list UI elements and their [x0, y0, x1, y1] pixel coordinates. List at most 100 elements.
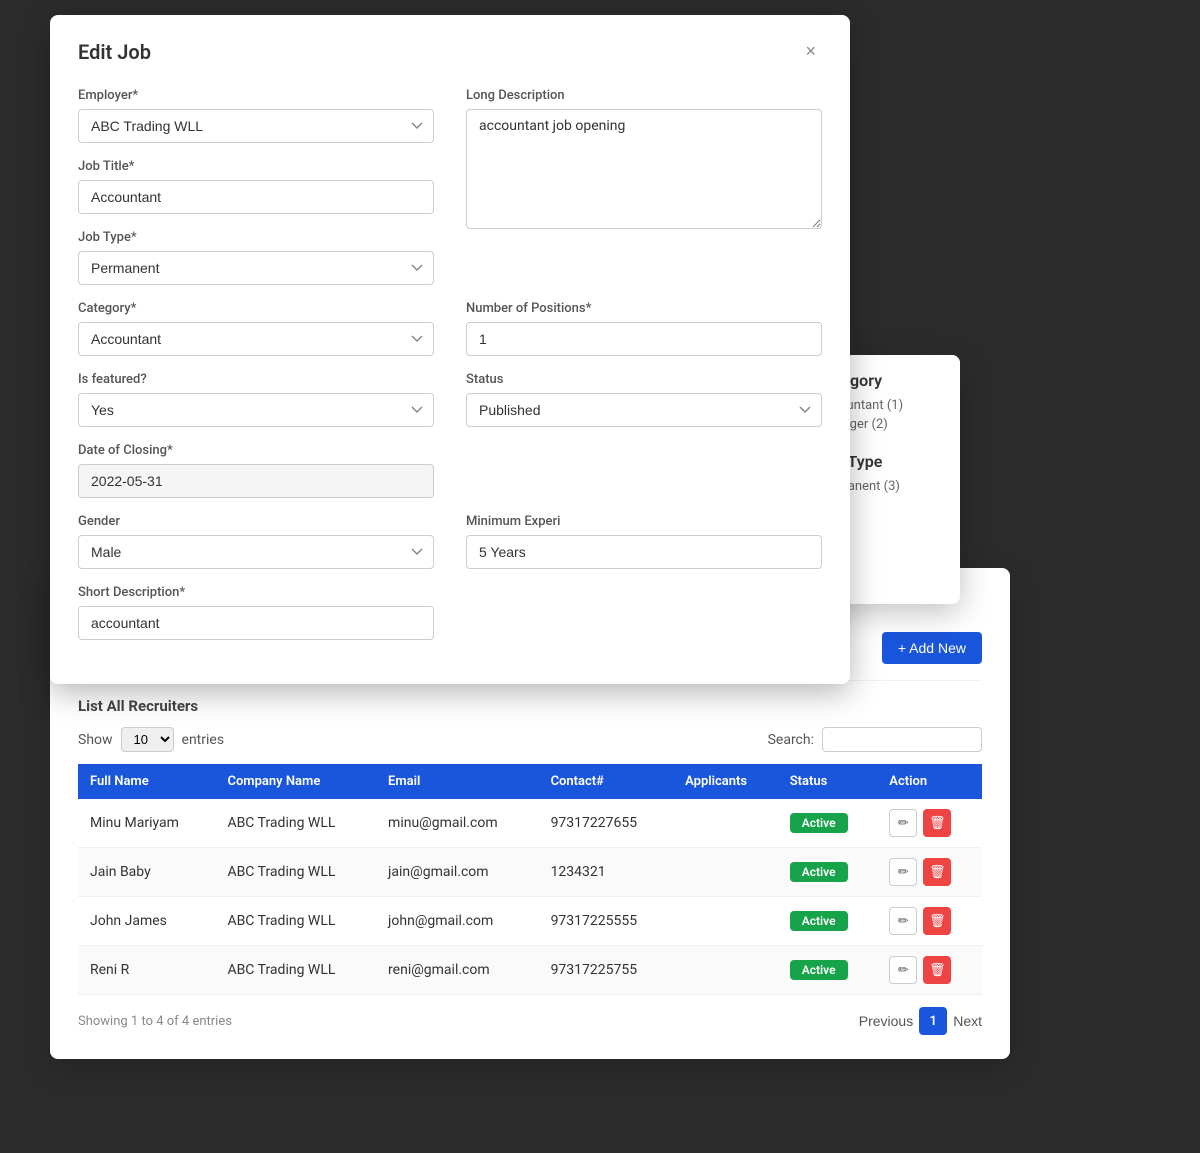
category-select[interactable]: Accountant	[78, 322, 434, 356]
delete-button[interactable]: 🗑	[923, 858, 951, 886]
table-cell: ABC Trading WLL	[215, 946, 376, 995]
show-entries: Show 10 entries	[78, 727, 224, 752]
modal-header: Edit Job ×	[78, 39, 822, 64]
delete-button[interactable]: 🗑	[923, 956, 951, 984]
status-badge: Active	[790, 862, 848, 882]
table-footer: Showing 1 to 4 of 4 entries Previous 1 N…	[78, 1007, 982, 1035]
gender-label: Gender	[78, 514, 434, 529]
job-type-label: Job Type*	[78, 230, 434, 245]
form-grid: Employer* ABC Trading WLL Long Descripti…	[78, 88, 822, 656]
is-featured-select[interactable]: Yes	[78, 393, 434, 427]
status-badge: Active	[790, 911, 848, 931]
is-featured-label: Is featured?	[78, 372, 434, 387]
category-group: Category* Accountant	[78, 301, 434, 356]
status-select[interactable]: Published	[466, 393, 822, 427]
search-label: Search:	[768, 732, 814, 748]
gender-group: Gender Male	[78, 514, 434, 569]
table-header-company-name: Company Name	[215, 764, 376, 799]
table-cell	[673, 946, 778, 995]
job-title-input[interactable]	[78, 180, 434, 214]
table-cell: john@gmail.com	[376, 897, 539, 946]
list-all-label: List All Recruiters	[78, 697, 982, 715]
short-desc-group: Short Description*	[78, 585, 434, 640]
edit-button[interactable]: ✏	[889, 809, 917, 837]
table-cell: ABC Trading WLL	[215, 848, 376, 897]
table-row: John JamesABC Trading WLLjohn@gmail.com9…	[78, 897, 982, 946]
pagination: Previous 1 Next	[859, 1007, 982, 1035]
table-cell: ABC Trading WLL	[215, 799, 376, 848]
gender-select[interactable]: Male	[78, 535, 434, 569]
table-cell: 1234321	[539, 848, 674, 897]
num-positions-group: Number of Positions*	[466, 301, 822, 356]
status-cell: Active	[778, 799, 878, 848]
table-cell	[673, 799, 778, 848]
table-header-action: Action	[877, 764, 982, 799]
date-closing-label: Date of Closing*	[78, 443, 434, 458]
action-buttons: ✏ 🗑	[889, 858, 970, 886]
employer-select[interactable]: ABC Trading WLL	[78, 109, 434, 143]
num-positions-label: Number of Positions*	[466, 301, 822, 316]
table-header-applicants: Applicants	[673, 764, 778, 799]
table-controls: Show 10 entries Search:	[78, 727, 982, 752]
is-featured-group: Is featured? Yes	[78, 372, 434, 427]
min-exp-label: Minimum Experi	[466, 514, 822, 529]
table-cell: 97317225555	[539, 897, 674, 946]
date-closing-group: Date of Closing*	[78, 443, 434, 498]
table-cell: ABC Trading WLL	[215, 897, 376, 946]
table-row: Reni RABC Trading WLLreni@gmail.com97317…	[78, 946, 982, 995]
search-box: Search:	[768, 727, 982, 752]
previous-button[interactable]: Previous	[859, 1013, 913, 1029]
page-number[interactable]: 1	[919, 1007, 947, 1035]
recruiters-table: Full NameCompany NameEmailContact#Applic…	[78, 764, 982, 995]
long-desc-group: Long Description accountant job opening	[466, 88, 822, 285]
status-label: Status	[466, 372, 822, 387]
table-header-full-name: Full Name	[78, 764, 215, 799]
status-cell: Active	[778, 946, 878, 995]
table-cell: 97317227655	[539, 799, 674, 848]
action-cell: ✏ 🗑	[877, 946, 982, 995]
table-cell: Jain Baby	[78, 848, 215, 897]
table-row: Jain BabyABC Trading WLLjain@gmail.com12…	[78, 848, 982, 897]
employer-label: Employer*	[78, 88, 434, 103]
action-cell: ✏ 🗑	[877, 848, 982, 897]
edit-button[interactable]: ✏	[889, 858, 917, 886]
delete-button[interactable]: 🗑	[923, 907, 951, 935]
action-cell: ✏ 🗑	[877, 799, 982, 848]
status-badge: Active	[790, 960, 848, 980]
delete-button[interactable]: 🗑	[923, 809, 951, 837]
table-cell	[673, 897, 778, 946]
table-header-contact-: Contact#	[539, 764, 674, 799]
action-buttons: ✏ 🗑	[889, 956, 970, 984]
employer-group: Employer* ABC Trading WLL	[78, 88, 434, 143]
next-button[interactable]: Next	[953, 1013, 982, 1029]
edit-button[interactable]: ✏	[889, 907, 917, 935]
status-badge: Active	[790, 813, 848, 833]
add-new-button[interactable]: + Add New	[882, 632, 982, 664]
table-cell: minu@gmail.com	[376, 799, 539, 848]
num-positions-input[interactable]	[466, 322, 822, 356]
min-exp-input[interactable]	[466, 535, 822, 569]
modal-close-button[interactable]: ×	[799, 39, 822, 64]
table-header-email: Email	[376, 764, 539, 799]
show-entries-select[interactable]: 10	[121, 727, 174, 752]
showing-text: Showing 1 to 4 of 4 entries	[78, 1014, 232, 1029]
table-cell: Minu Mariyam	[78, 799, 215, 848]
date-closing-input[interactable]	[78, 464, 434, 498]
job-title-group: Job Title*	[78, 159, 434, 214]
short-desc-input[interactable]	[78, 606, 434, 640]
modal-title: Edit Job	[78, 40, 151, 64]
edit-button[interactable]: ✏	[889, 956, 917, 984]
table-cell: jain@gmail.com	[376, 848, 539, 897]
action-buttons: ✏ 🗑	[889, 907, 970, 935]
search-input[interactable]	[822, 727, 982, 752]
table-cell: Reni R	[78, 946, 215, 995]
job-type-select[interactable]: Permanent	[78, 251, 434, 285]
status-cell: Active	[778, 897, 878, 946]
table-cell	[673, 848, 778, 897]
status-group: Status Published	[466, 372, 822, 427]
job-type-group: Job Type* Permanent	[78, 230, 434, 285]
table-header-status: Status	[778, 764, 878, 799]
table-cell: 97317225755	[539, 946, 674, 995]
long-desc-textarea[interactable]: accountant job opening	[466, 109, 822, 229]
min-exp-group: Minimum Experi	[466, 514, 822, 569]
